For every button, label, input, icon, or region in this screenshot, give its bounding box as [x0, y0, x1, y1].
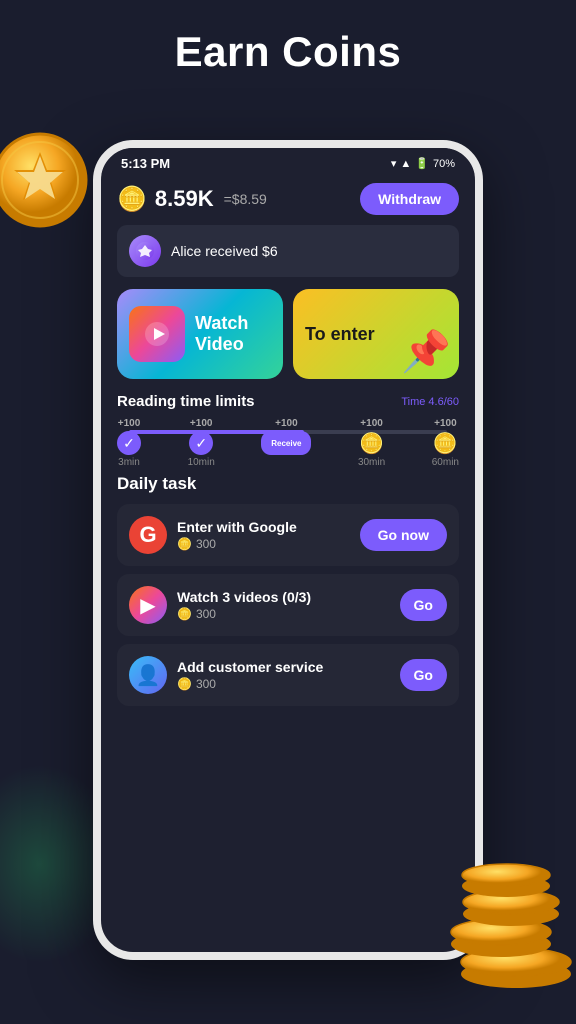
task-coin-icon-3: 🪙	[177, 677, 192, 691]
phone-mockup: 5:13 PM ▾ ▲ 🔋 70% 🪙 8.59K =$8.59 Withdra…	[93, 140, 483, 960]
task-reward-amount-1: 300	[196, 537, 216, 551]
step-3-circle[interactable]: Receive	[261, 431, 311, 455]
task-item-3: 👤 Add customer service 🪙 300 Go	[117, 644, 459, 706]
step-4: +100 🪙 30min	[358, 418, 385, 468]
watch-video-card[interactable]: Watch Video	[117, 289, 283, 379]
task-name-3: Add customer service	[177, 659, 323, 675]
steps-row: +100 ✓ 3min +100 ✓ 10min +100 Receive	[117, 418, 459, 468]
task-icon-2: ▶	[129, 586, 167, 624]
step-1-circle: ✓	[117, 431, 141, 455]
balance-left: 🪙 8.59K =$8.59	[117, 185, 267, 214]
step-2: +100 ✓ 10min	[188, 418, 215, 468]
step-2-plus: +100	[190, 418, 213, 429]
task-go-btn-2[interactable]: Go	[400, 589, 447, 621]
step-2-circle: ✓	[189, 431, 213, 455]
balance-row: 🪙 8.59K =$8.59 Withdraw	[117, 183, 459, 215]
step-4-circle: 🪙	[360, 431, 384, 455]
progress-steps: +100 ✓ 3min +100 ✓ 10min +100 Receive	[117, 418, 459, 468]
reading-section: Reading time limits Time 4.6/60 +100 ✓ 3…	[117, 393, 459, 468]
task-left-3: 👤 Add customer service 🪙 300	[129, 656, 323, 694]
step-5-circle: 🪙	[433, 431, 457, 455]
step-2-time: 10min	[188, 457, 215, 468]
daily-task-title: Daily task	[117, 474, 459, 494]
battery-icon: 🔋	[415, 157, 429, 170]
enter-card-icon: 📌	[401, 328, 451, 375]
enter-label: To enter	[305, 324, 375, 345]
step-3[interactable]: +100 Receive	[261, 418, 311, 457]
action-cards: Watch Video To enter 📌	[117, 289, 459, 379]
step-1-time: 3min	[118, 457, 140, 468]
task-name-1: Enter with Google	[177, 519, 297, 535]
reading-title: Reading time limits	[117, 393, 255, 410]
step-3-plus: +100	[275, 418, 298, 429]
task-left-1: G Enter with Google 🪙 300	[129, 516, 297, 554]
task-reward-3: 🪙 300	[177, 677, 323, 691]
step-4-time: 30min	[358, 457, 385, 468]
status-time: 5:13 PM	[121, 156, 170, 171]
reading-section-header: Reading time limits Time 4.6/60	[117, 393, 459, 410]
task-info-2: Watch 3 videos (0/3) 🪙 300	[177, 589, 311, 621]
step-1: +100 ✓ 3min	[117, 418, 141, 468]
step-4-plus: +100	[360, 418, 383, 429]
step-5-time: 60min	[432, 457, 459, 468]
step-5: +100 🪙 60min	[432, 418, 459, 468]
coin-stack-decoration	[426, 834, 576, 994]
task-icon-1: G	[129, 516, 167, 554]
watch-video-label: Watch Video	[195, 313, 271, 355]
balance-amount: 8.59K	[155, 186, 214, 212]
page-title: Earn Coins	[0, 0, 576, 86]
phone-content: 🪙 8.59K =$8.59 Withdraw	[101, 175, 475, 939]
task-item-2: ▶ Watch 3 videos (0/3) 🪙 300 Go	[117, 574, 459, 636]
task-coin-icon-2: 🪙	[177, 607, 192, 621]
wifi-icon: ▾	[391, 157, 397, 170]
status-bar: 5:13 PM ▾ ▲ 🔋 70%	[101, 148, 475, 175]
step-5-plus: +100	[434, 418, 457, 429]
reading-time-label: Time 4.6/60	[401, 396, 459, 408]
task-reward-1: 🪙 300	[177, 537, 297, 551]
notification-bar: Alice received $6	[117, 225, 459, 277]
balance-coin-icon: 🪙	[117, 185, 147, 214]
task-name-2: Watch 3 videos (0/3)	[177, 589, 311, 605]
task-info-3: Add customer service 🪙 300	[177, 659, 323, 691]
notif-icon	[129, 235, 161, 267]
coin-decoration-top	[0, 130, 90, 230]
task-info-1: Enter with Google 🪙 300	[177, 519, 297, 551]
task-coin-icon-1: 🪙	[177, 537, 192, 551]
notification-text: Alice received $6	[171, 243, 278, 259]
task-reward-amount-2: 300	[196, 607, 216, 621]
watch-video-icon	[129, 306, 185, 362]
enter-card[interactable]: To enter 📌	[293, 289, 459, 379]
task-reward-2: 🪙 300	[177, 607, 311, 621]
task-icon-3: 👤	[129, 656, 167, 694]
withdraw-button[interactable]: Withdraw	[360, 183, 459, 215]
task-left-2: ▶ Watch 3 videos (0/3) 🪙 300	[129, 586, 311, 624]
battery-level: 70%	[433, 158, 455, 170]
balance-usd: =$8.59	[224, 191, 267, 207]
status-icons: ▾ ▲ 🔋 70%	[391, 157, 455, 170]
step-1-plus: +100	[118, 418, 141, 429]
task-go-btn-1[interactable]: Go now	[360, 519, 447, 551]
task-reward-amount-3: 300	[196, 677, 216, 691]
task-go-btn-3[interactable]: Go	[400, 659, 447, 691]
task-item-1: G Enter with Google 🪙 300 Go now	[117, 504, 459, 566]
signal-icon: ▲	[400, 158, 411, 170]
